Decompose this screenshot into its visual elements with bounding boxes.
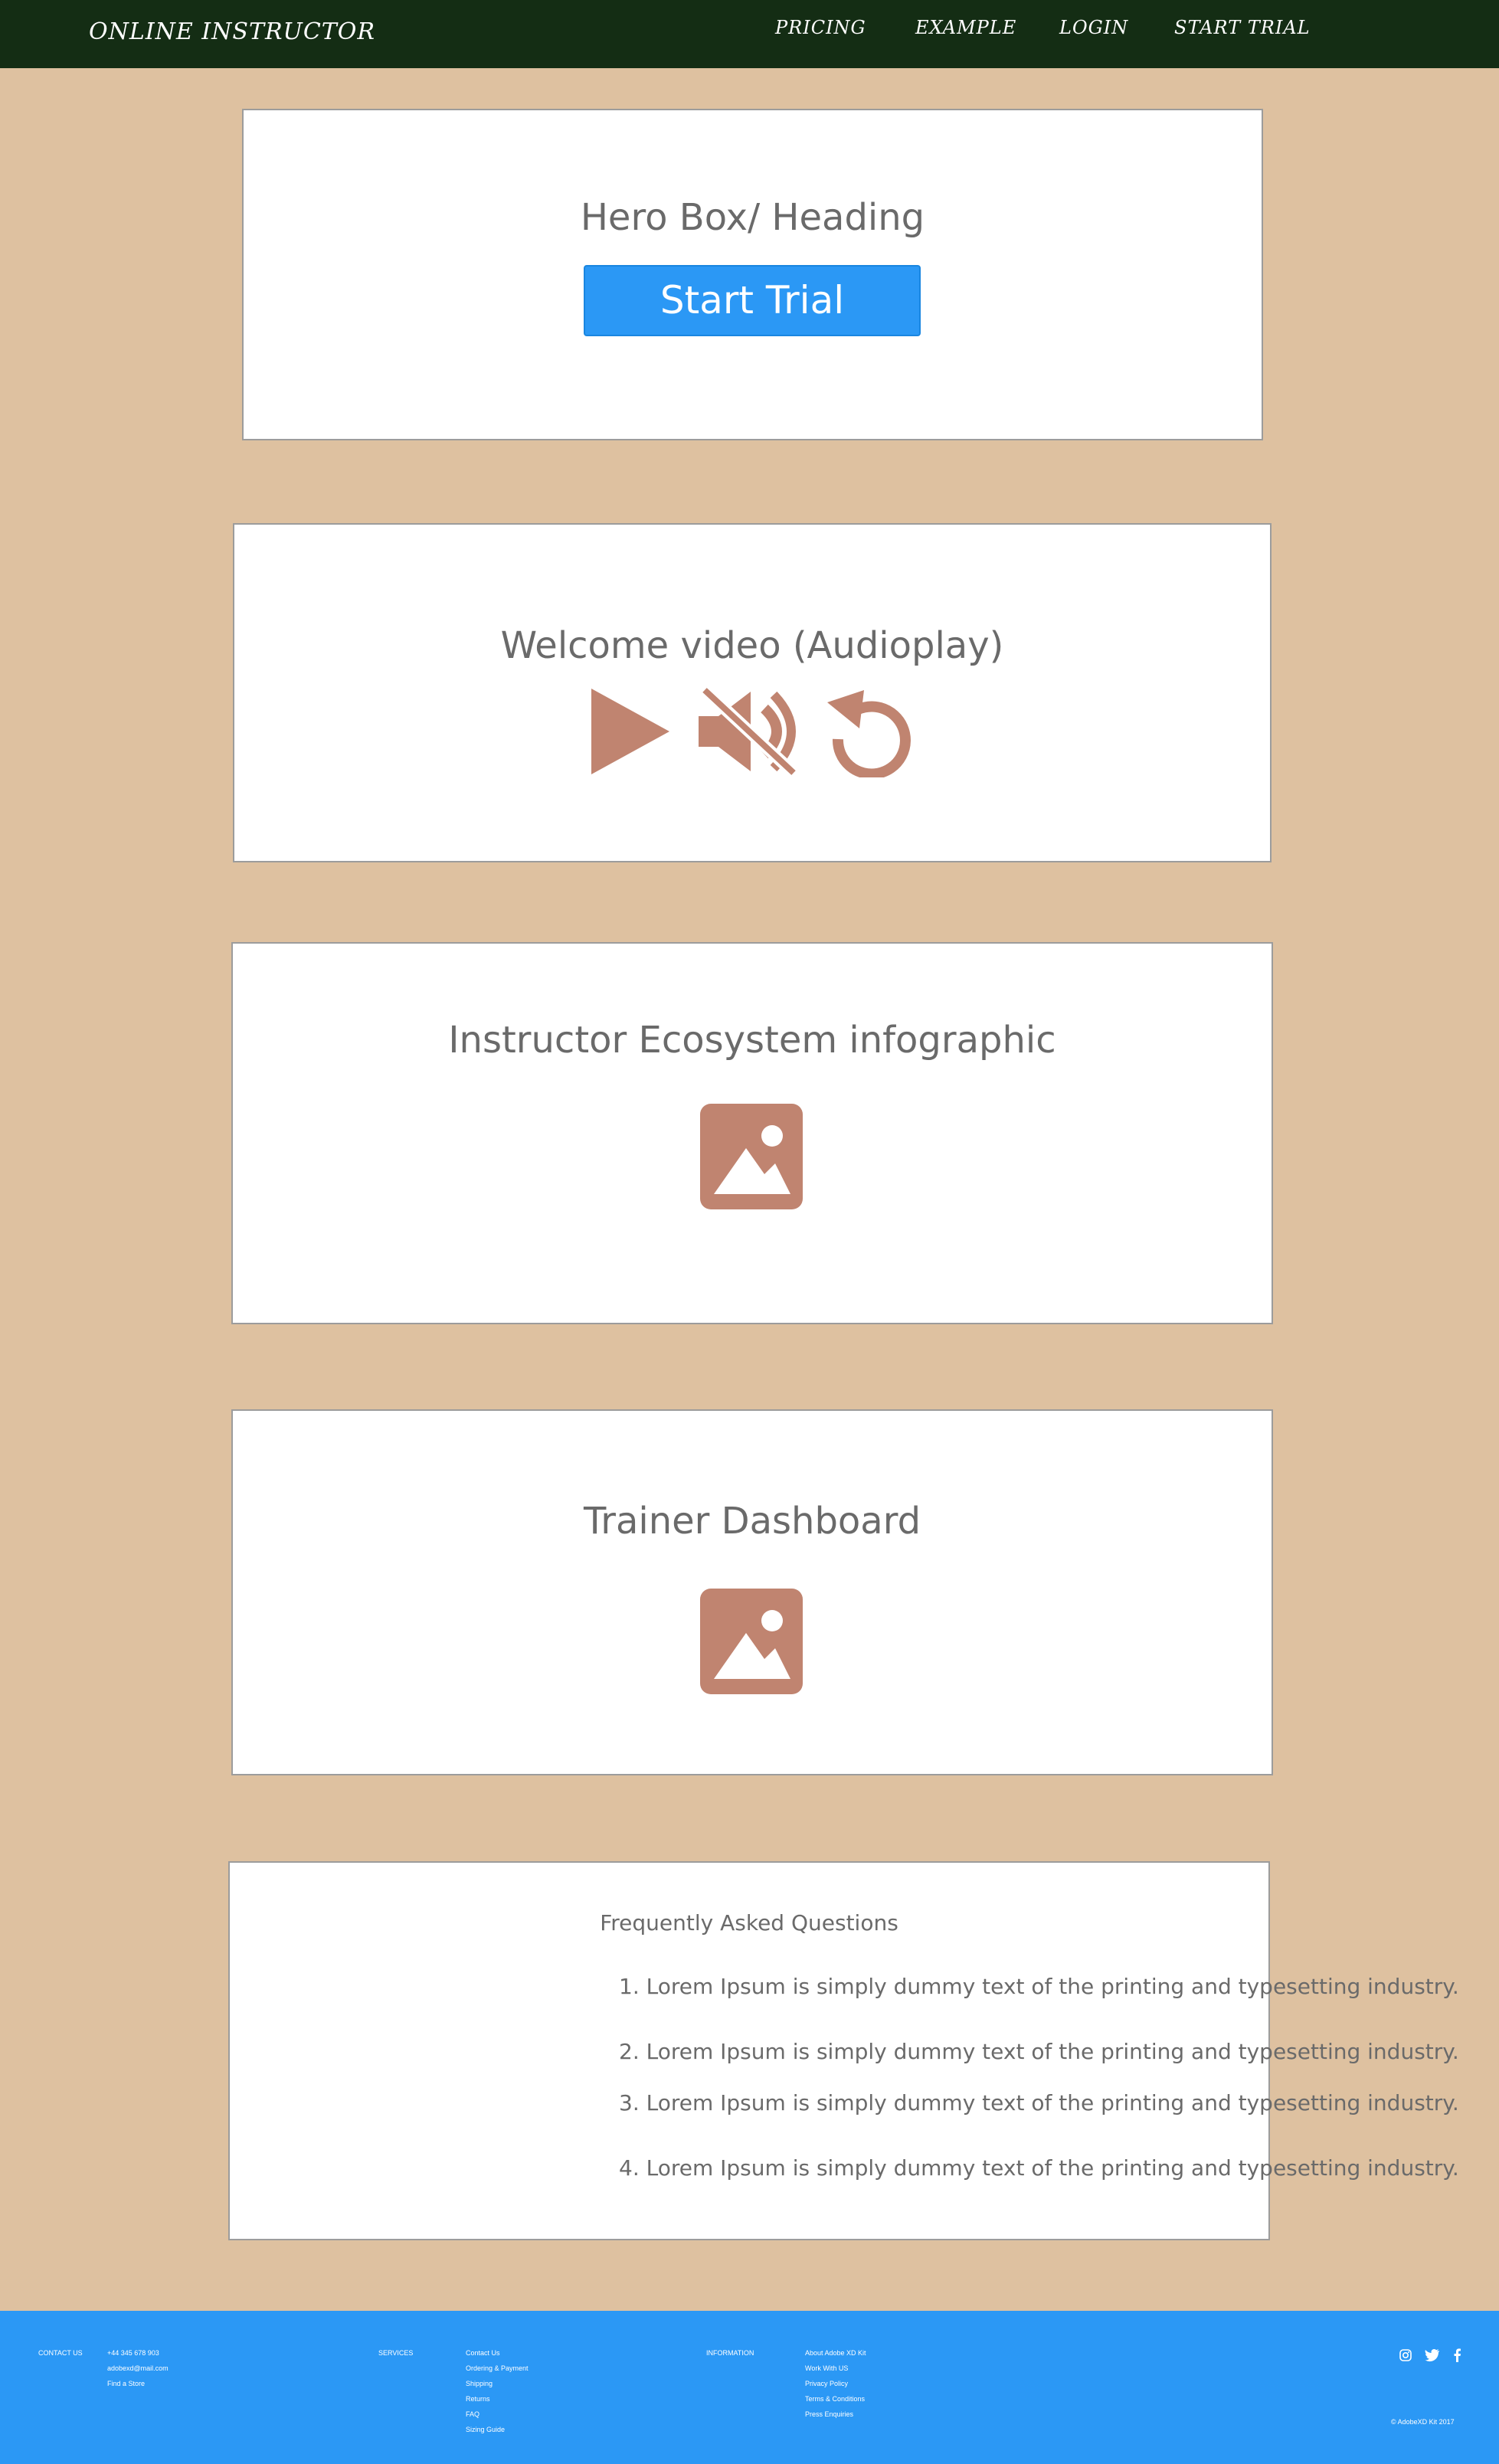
brand-logo[interactable]: ONLINE INSTRUCTOR: [89, 18, 375, 45]
nav-link-pricing[interactable]: PRICING: [775, 17, 866, 38]
footer-copyright: © AdobeXD Kit 2017: [1391, 2418, 1455, 2426]
nav-link-start-trial[interactable]: START TRIAL: [1174, 17, 1311, 38]
footer-link-shipping[interactable]: Shipping: [466, 2380, 493, 2387]
hero-card: Hero Box/ Heading Start Trial: [242, 109, 1263, 440]
dashboard-title: Trainer Dashboard: [583, 1500, 921, 1543]
footer-link-terms[interactable]: Terms & Conditions: [805, 2395, 865, 2403]
faq-item[interactable]: 1. Lorem Ipsum is simply dummy text of t…: [619, 1974, 1459, 1999]
footer-find-store-link[interactable]: Find a Store: [107, 2380, 145, 2387]
image-icon: [700, 1589, 803, 1694]
hero-heading: Hero Box/ Heading: [580, 196, 925, 239]
replay-icon[interactable]: [823, 686, 916, 777]
infographic-title: Instructor Ecosystem infographic: [448, 1019, 1056, 1062]
faq-item[interactable]: 4. Lorem Ipsum is simply dummy text of t…: [619, 2155, 1459, 2181]
footer-link-sizing-guide[interactable]: Sizing Guide: [466, 2426, 505, 2433]
play-icon[interactable]: [588, 686, 673, 777]
infographic-card: Instructor Ecosystem infographic: [231, 942, 1273, 1324]
top-navbar: ONLINE INSTRUCTOR PRICING EXAMPLE LOGIN …: [0, 0, 1499, 68]
footer-contact-heading: CONTACT US: [38, 2349, 83, 2357]
nav-link-login[interactable]: LOGIN: [1059, 17, 1128, 38]
footer-link-press[interactable]: Press Enquiries: [805, 2410, 853, 2418]
instagram-icon[interactable]: [1399, 2348, 1412, 2362]
footer-phone: +44 345 678 903: [107, 2349, 159, 2357]
video-title: Welcome video (Audioplay): [500, 624, 1004, 667]
start-trial-button[interactable]: Start Trial: [584, 265, 921, 336]
footer-link-ordering-payment[interactable]: Ordering & Payment: [466, 2364, 529, 2372]
footer-services-heading: SERVICES: [378, 2349, 414, 2357]
nav-link-example[interactable]: EXAMPLE: [915, 17, 1016, 38]
facebook-icon[interactable]: [1452, 2348, 1461, 2362]
faq-title: Frequently Asked Questions: [600, 1910, 898, 1936]
faq-item[interactable]: 3. Lorem Ipsum is simply dummy text of t…: [619, 2090, 1459, 2116]
faq-card: Frequently Asked Questions 1. Lorem Ipsu…: [228, 1861, 1459, 2240]
footer-link-faq[interactable]: FAQ: [466, 2410, 479, 2418]
faq-item[interactable]: 2. Lorem Ipsum is simply dummy text of t…: [619, 2039, 1459, 2064]
footer-link-privacy-policy[interactable]: Privacy Policy: [805, 2380, 848, 2387]
footer-information-heading: INFORMATION: [706, 2349, 754, 2357]
welcome-video-card: Welcome video (Audioplay): [233, 523, 1272, 862]
footer: CONTACT US +44 345 678 903 adobexd@mail.…: [0, 2311, 1499, 2464]
footer-link-about[interactable]: About Adobe XD Kit: [805, 2349, 866, 2357]
twitter-icon[interactable]: [1425, 2348, 1440, 2362]
footer-link-contact-us[interactable]: Contact Us: [466, 2349, 500, 2357]
image-icon: [700, 1104, 803, 1209]
footer-link-work-with-us[interactable]: Work With US: [805, 2364, 848, 2372]
footer-link-returns[interactable]: Returns: [466, 2395, 490, 2403]
mute-icon[interactable]: [694, 686, 800, 777]
footer-email-link[interactable]: adobexd@mail.com: [107, 2364, 169, 2372]
trainer-dashboard-card: Trainer Dashboard: [231, 1409, 1273, 1775]
